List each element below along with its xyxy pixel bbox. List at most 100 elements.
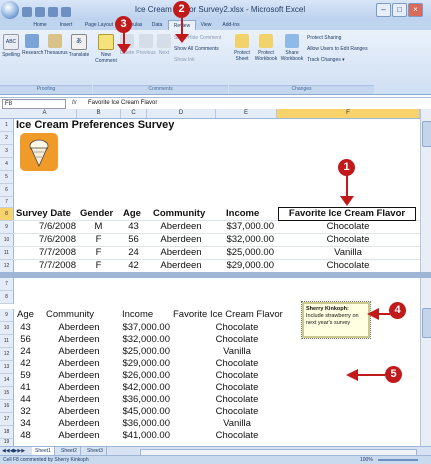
vertical-scrollbar[interactable] [420,109,431,272]
formula-input[interactable]: Favorite Ice Cream Flavor [88,99,418,107]
row-header[interactable]: 10 [0,234,14,247]
row-header[interactable]: 15 [0,387,14,400]
cell-community[interactable]: Aberdeen [40,358,118,369]
cell-gender[interactable]: F [77,234,120,245]
tab-page-layout[interactable]: Page Layout [82,20,116,30]
column-header-e[interactable]: E [216,109,277,118]
cell-flavor[interactable]: Chocolate [172,394,302,405]
cell-date[interactable]: 7/7/2008 [13,260,76,271]
minimize-button[interactable]: – [376,3,391,17]
cell-flavor[interactable]: Chocolate [277,221,419,232]
row-header[interactable]: 7 [0,197,14,208]
cell-flavor[interactable]: Chocolate [277,234,419,245]
show-ink[interactable]: Show Ink [174,57,195,63]
cell-community[interactable]: Aberdeen [40,430,118,446]
row-header[interactable]: 10 [0,322,14,335]
cell-community[interactable]: Aberdeen [147,221,215,232]
zoom-level[interactable]: 100% [360,457,373,463]
tab-insert[interactable]: Insert [54,20,78,30]
row-header[interactable]: 14 [0,374,14,387]
row-header[interactable]: 5 [0,171,14,184]
row-header[interactable]: 17 [0,413,14,426]
cell-community[interactable]: Aberdeen [40,334,118,345]
cell-flavor[interactable]: Chocolate [172,358,302,369]
translate-button[interactable]: あ Translate [68,34,90,58]
protect-share-workbook[interactable]: Protect Sharing [307,35,341,41]
cell-income[interactable]: $26,000.00 [115,370,170,381]
cell-income[interactable]: $36,000.00 [115,394,170,405]
cell-income[interactable]: $42,000.00 [115,382,170,393]
cell-income[interactable]: $45,000.00 [115,406,170,417]
cell-income[interactable]: $37,000.00 [216,221,274,232]
cell-income[interactable]: $25,000.00 [216,247,274,258]
cell-age[interactable]: 43 [13,322,38,333]
sheet-nav-icon[interactable]: ◀◀◀▶▶▶ [2,448,25,454]
tab-view[interactable]: View [196,20,216,30]
column-header-d[interactable]: D [147,109,216,118]
cell-age[interactable]: 24 [121,247,146,258]
share-workbook-button[interactable]: Share Workbook [280,34,304,62]
research-button[interactable]: Research [22,34,43,56]
cell-age[interactable]: 44 [13,394,38,405]
cell-age[interactable]: 42 [13,358,38,369]
row-header[interactable]: 9 [0,309,14,322]
cell-flavor[interactable]: Vanilla [277,247,419,258]
row-header[interactable]: 8 [0,291,14,304]
cell-income[interactable]: $32,000.00 [216,234,274,245]
zoom-slider[interactable] [378,459,418,461]
row-header[interactable]: 6 [0,184,14,197]
cell-gender[interactable]: M [77,221,120,232]
customize-icon[interactable] [61,7,71,17]
cell-community[interactable]: Aberdeen [147,247,215,258]
cell-community[interactable]: Aberdeen [40,406,118,417]
column-header-a[interactable]: A [13,109,77,118]
cell-community[interactable]: Aberdeen [40,382,118,393]
comment-text[interactable]: Include strawberry on next year's survey [304,312,368,328]
allow-users-edit-ranges[interactable]: Allow Users to Edit Ranges [307,46,368,52]
cell-age[interactable]: 43 [121,221,146,232]
cell-income[interactable]: $37,000.00 [115,322,170,333]
cell-flavor[interactable]: Chocolate [277,260,419,271]
row-header[interactable]: 3 [0,145,14,158]
row-header[interactable]: 12 [0,260,14,272]
tab-home[interactable]: Home [28,20,52,30]
cell-flavor[interactable]: Vanilla [172,346,302,357]
tab-data[interactable]: Data [148,20,166,30]
header-favorite-flavor[interactable]: Favorite Ice Cream Flavor [278,207,416,221]
column-header-b[interactable]: B [77,109,121,118]
cell-gender[interactable]: F [77,260,120,271]
row-header[interactable]: 4 [0,158,14,171]
maximize-button[interactable]: □ [392,3,407,17]
spelling-button[interactable]: ABC Spelling [2,34,20,58]
fx-icon[interactable]: fx [72,99,84,107]
cell-community[interactable]: Aberdeen [40,418,118,429]
cell-date[interactable]: 7/6/2008 [13,221,76,232]
cell-age[interactable]: 41 [13,382,38,393]
row-header[interactable]: 16 [0,400,14,413]
cell-age[interactable]: 32 [13,406,38,417]
protect-workbook-button[interactable]: Protect Workbook [254,34,278,62]
row-header[interactable]: 7 [0,278,14,291]
column-header-c[interactable]: C [121,109,147,118]
cell-age[interactable]: 56 [13,334,38,345]
save-icon[interactable] [22,7,32,17]
cell-flavor[interactable]: Chocolate [172,370,302,381]
vertical-scrollbar[interactable] [420,278,431,446]
close-button[interactable]: × [408,3,423,17]
show-all-comments[interactable]: Show All Comments [174,46,219,52]
office-button[interactable] [1,1,19,19]
row-header[interactable]: 11 [0,247,14,260]
cell-community[interactable]: Aberdeen [147,260,215,271]
thesaurus-button[interactable]: Thesaurus [44,34,68,56]
column-header-f[interactable]: F [277,109,420,118]
new-comment-button[interactable]: New Comment [95,34,117,64]
cell-community[interactable]: Aberdeen [40,322,118,333]
cell-flavor[interactable]: Chocolate [172,430,302,446]
cell-flavor[interactable]: Chocolate [172,382,302,393]
scroll-thumb[interactable] [422,308,431,338]
scroll-thumb[interactable] [422,121,431,147]
row-header[interactable]: 12 [0,348,14,361]
cell-flavor[interactable]: Chocolate [172,322,302,333]
cell-community[interactable]: Aberdeen [147,234,215,245]
cell-income[interactable]: $29,000.00 [115,358,170,369]
